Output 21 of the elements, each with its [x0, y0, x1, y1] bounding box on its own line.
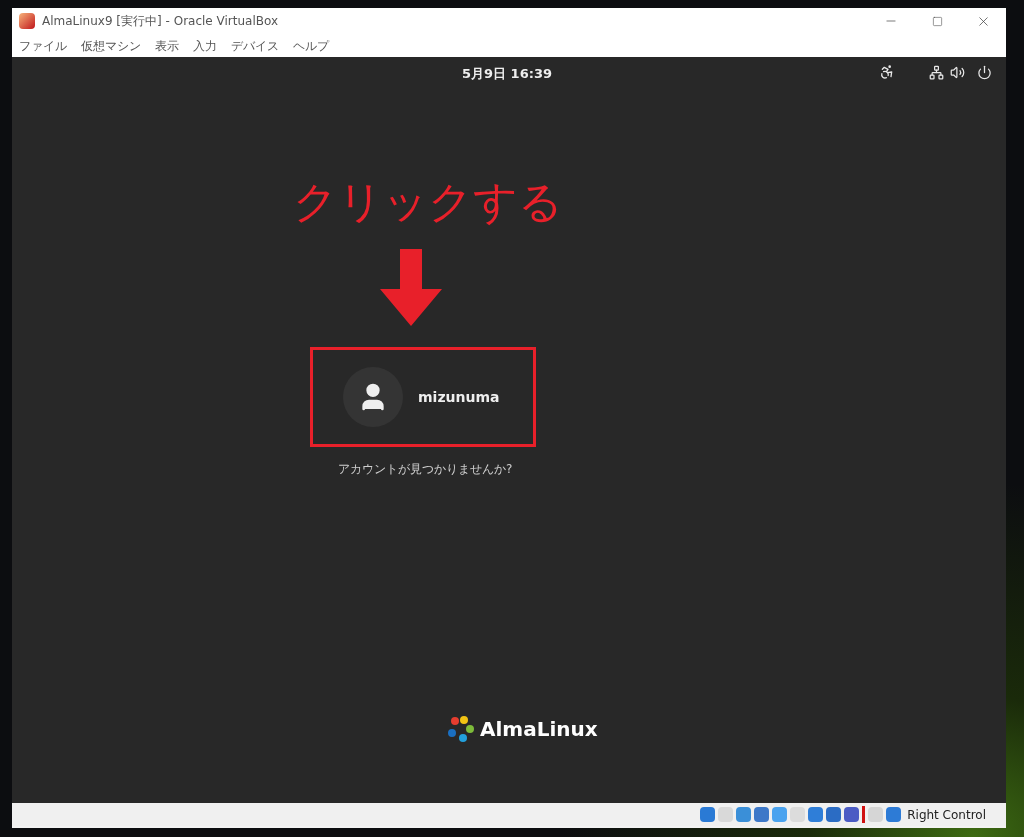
network-icon[interactable]: [929, 64, 944, 80]
user-name: mizunuma: [418, 387, 500, 407]
logo-text: AlmaLinux: [480, 716, 598, 743]
app-logo-icon: [19, 13, 35, 29]
menu-item[interactable]: 仮想マシン: [81, 36, 141, 55]
not-listed-link[interactable]: アカウントが見つかりませんか?: [338, 460, 513, 478]
menu-item[interactable]: デバイス: [231, 36, 279, 55]
menu-item[interactable]: 表示: [155, 36, 179, 55]
menu-item[interactable]: ヘルプ: [293, 36, 329, 55]
clock[interactable]: 5月9日 16:39: [462, 64, 552, 84]
window-title: AlmaLinux9 [実行中] - Oracle VirtualBox: [42, 13, 279, 30]
volume-icon[interactable]: [950, 64, 965, 80]
flower-logo-icon: [446, 714, 476, 744]
host-key-label: Right Control: [907, 806, 986, 824]
menu-item[interactable]: ファイル: [19, 36, 67, 55]
annotation-text: クリックする: [293, 175, 563, 229]
power-icon[interactable]: [977, 64, 992, 80]
accessibility-icon[interactable]: [879, 64, 895, 80]
user-card[interactable]: mizunuma: [343, 367, 500, 427]
menu-item[interactable]: 入力: [193, 36, 217, 55]
maximize-icon[interactable]: [931, 15, 943, 27]
